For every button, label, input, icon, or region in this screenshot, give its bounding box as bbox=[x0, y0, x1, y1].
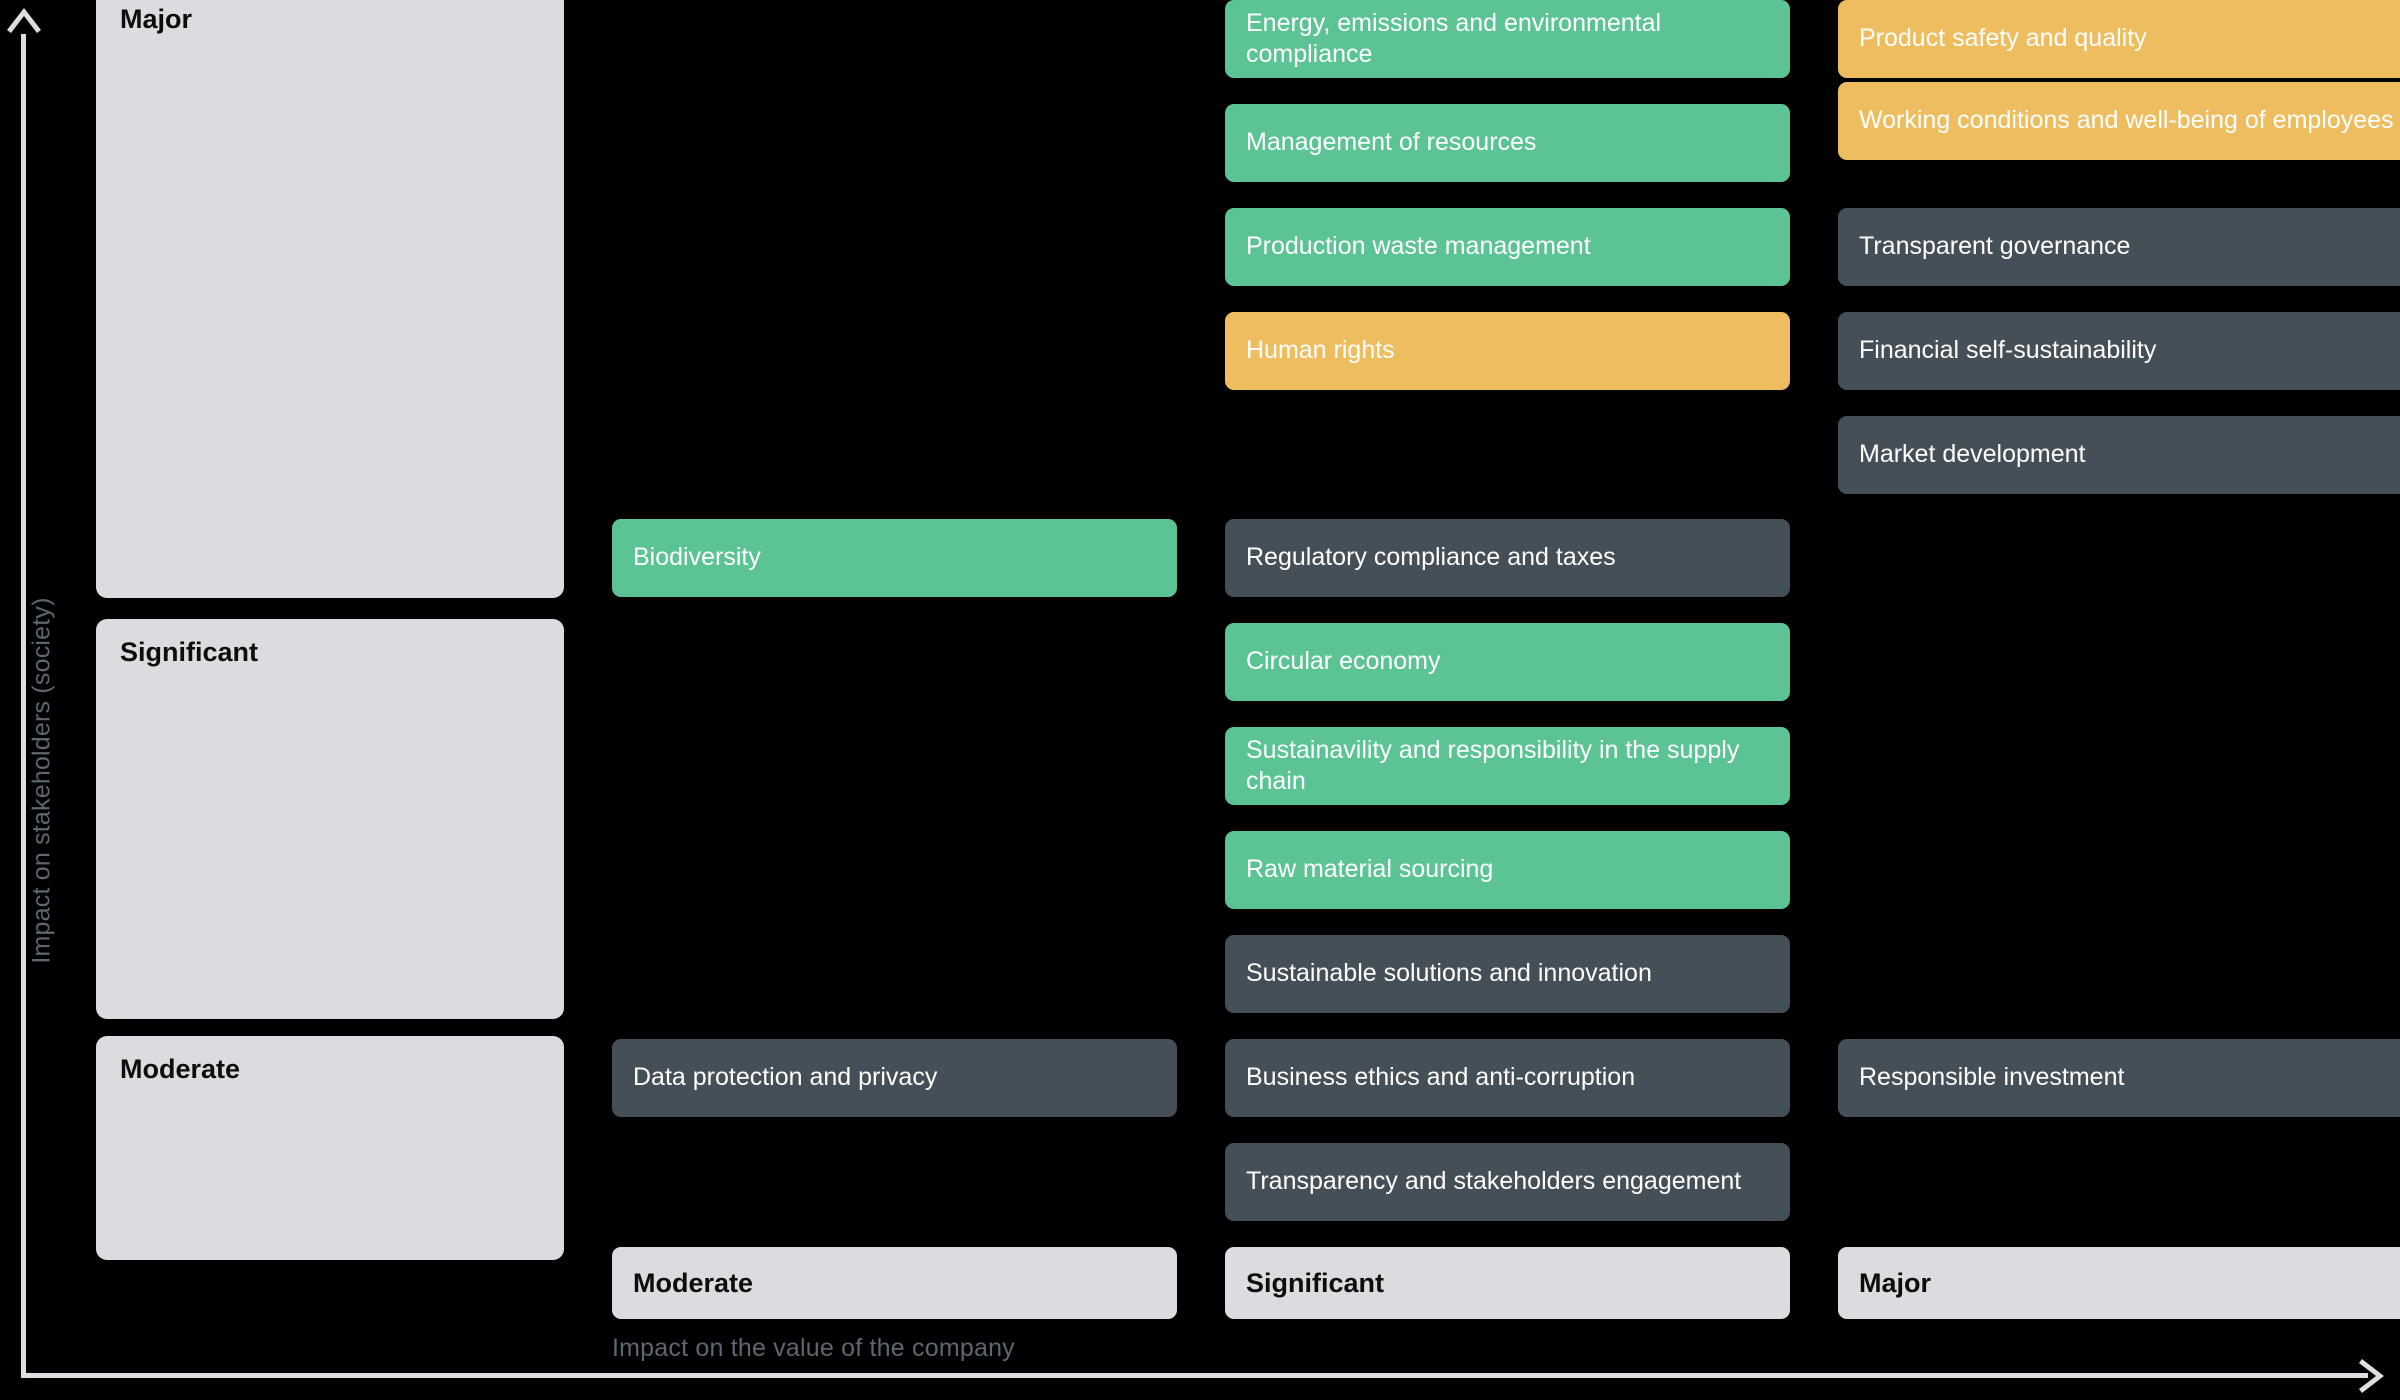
materiality-matrix: Impact on stakeholders (society) Impact … bbox=[0, 0, 2400, 1400]
topic-market-development[interactable]: Market development bbox=[1838, 416, 2400, 494]
topic-sustainable-solutions-and-innovation[interactable]: Sustainable solutions and innovation bbox=[1225, 935, 1790, 1013]
topic-label: Business ethics and anti-corruption bbox=[1246, 1063, 1636, 1092]
y-scale-significant: Significant bbox=[96, 619, 564, 1019]
y-scale-major: Major bbox=[96, 0, 564, 598]
topic-financial-self-sustainability[interactable]: Financial self-sustainability bbox=[1838, 312, 2400, 390]
topic-label: Product safety and quality bbox=[1859, 24, 2147, 53]
topic-label: Financial self-sustainability bbox=[1859, 336, 2157, 365]
x-axis-label: Impact on the value of the company bbox=[612, 1334, 1015, 1362]
x-scale-significant-label: Significant bbox=[1246, 1267, 1385, 1298]
topic-label: Management of resources bbox=[1246, 128, 1537, 157]
topic-label: Energy, emissions and environmental comp… bbox=[1246, 8, 1662, 69]
topic-transparency-and-stakeholders-engagement[interactable]: Transparency and stakeholders engagement bbox=[1225, 1143, 1790, 1221]
y-scale-moderate: Moderate bbox=[96, 1036, 564, 1260]
y-axis-label: Impact on stakeholders (society) bbox=[27, 597, 56, 964]
topic-product-safety-and-quality[interactable]: Product safety and quality bbox=[1838, 0, 2400, 78]
topic-label: Biodiversity bbox=[633, 543, 761, 572]
topic-label: Data protection and privacy bbox=[633, 1063, 938, 1092]
x-scale-moderate: Moderate bbox=[612, 1247, 1177, 1319]
x-scale-major-label: Major bbox=[1859, 1267, 1932, 1298]
topic-label: Responsible investment bbox=[1859, 1063, 2125, 1092]
topic-management-of-resources[interactable]: Management of resources bbox=[1225, 104, 1790, 182]
topic-regulatory-compliance-and-taxes[interactable]: Regulatory compliance and taxes bbox=[1225, 519, 1790, 597]
topic-label: Raw material sourcing bbox=[1246, 855, 1494, 884]
x-axis-line bbox=[21, 1373, 2368, 1378]
x-scale-moderate-label: Moderate bbox=[633, 1267, 754, 1298]
topic-human-rights[interactable]: Human rights bbox=[1225, 312, 1790, 390]
topic-label: Regulatory compliance and taxes bbox=[1246, 543, 1616, 572]
y-scale-moderate-label: Moderate bbox=[120, 1054, 241, 1084]
topic-label: Sustainavility and responsibility in the… bbox=[1246, 735, 1740, 796]
topic-production-waste-management[interactable]: Production waste management bbox=[1225, 208, 1790, 286]
topic-label: Circular economy bbox=[1246, 647, 1441, 676]
topic-working-conditions-and-well-being-of-employees[interactable]: Working conditions and well-being of emp… bbox=[1838, 82, 2400, 160]
y-scale-major-label: Major bbox=[120, 4, 193, 34]
topic-biodiversity[interactable]: Biodiversity bbox=[612, 519, 1177, 597]
topic-responsible-investment[interactable]: Responsible investment bbox=[1838, 1039, 2400, 1117]
topic-label: Working conditions and well-being of emp… bbox=[1859, 106, 2394, 135]
topic-sustainability-and-responsibility-in-the-supply-chain[interactable]: Sustainavility and responsibility in the… bbox=[1225, 727, 1790, 805]
y-scale-significant-label: Significant bbox=[120, 637, 259, 667]
arrow-right-icon bbox=[2359, 1359, 2384, 1393]
topic-raw-material-sourcing[interactable]: Raw material sourcing bbox=[1225, 831, 1790, 909]
topic-data-protection-and-privacy[interactable]: Data protection and privacy bbox=[612, 1039, 1177, 1117]
topic-transparent-governance[interactable]: Transparent governance bbox=[1838, 208, 2400, 286]
topic-label: Transparency and stakeholders engagement bbox=[1246, 1167, 1742, 1196]
y-axis-line bbox=[21, 34, 26, 1378]
topic-label: Transparent governance bbox=[1859, 232, 2131, 261]
topic-energy-emissions-environmental-compliance[interactable]: Energy, emissions and environmental comp… bbox=[1225, 0, 1790, 78]
topic-circular-economy[interactable]: Circular economy bbox=[1225, 623, 1790, 701]
topic-label: Sustainable solutions and innovation bbox=[1246, 959, 1652, 988]
x-scale-significant: Significant bbox=[1225, 1247, 1790, 1319]
topic-label: Market development bbox=[1859, 440, 2086, 469]
x-scale-major: Major bbox=[1838, 1247, 2400, 1319]
topic-label: Human rights bbox=[1246, 336, 1395, 365]
topic-business-ethics-and-anti-corruption[interactable]: Business ethics and anti-corruption bbox=[1225, 1039, 1790, 1117]
topic-label: Production waste management bbox=[1246, 232, 1591, 261]
arrow-up-icon bbox=[7, 8, 41, 33]
